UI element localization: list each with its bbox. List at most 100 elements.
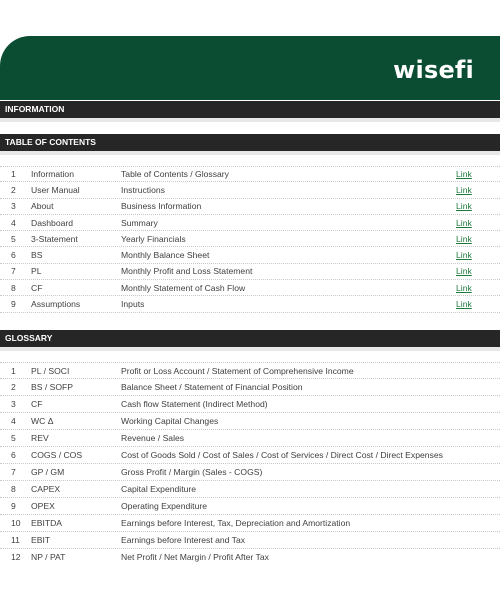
toc-row-number: 9 bbox=[11, 299, 16, 310]
toc-row-sheet: Dashboard bbox=[31, 217, 74, 228]
toc-row-sheet: PL bbox=[31, 266, 42, 277]
glossary-row-definition: Earnings before Interest, Tax, Depreciat… bbox=[121, 518, 351, 528]
glossary-row: 6 COGS / COS Cost of Goods Sold / Cost of … bbox=[0, 447, 500, 464]
glossary-row-number: 5 bbox=[11, 433, 16, 443]
toc-row: 1 Information Table of Contents / Glossary… bbox=[0, 166, 500, 183]
page-fade bbox=[0, 565, 500, 600]
glossary-row: 11 EBIT Earnings before Interest and Tax bbox=[0, 532, 500, 549]
glossary-row-abbreviation: REV bbox=[31, 433, 49, 443]
toc-row-number: 8 bbox=[11, 282, 16, 293]
glossary-row-number: 12 bbox=[11, 552, 21, 562]
toc-row: 6 BS Monthly Balance Sheet Link bbox=[0, 247, 500, 264]
glossary-row: 5 REV Revenue / Sales bbox=[0, 430, 500, 447]
glossary-row: 2 BS / SOFP Balance Sheet / Statement of F… bbox=[0, 379, 500, 396]
wisefi-logo: wisefi bbox=[393, 56, 474, 84]
toc-link-information[interactable]: Link bbox=[456, 169, 500, 179]
glossary-row-definition: Working Capital Changes bbox=[121, 416, 219, 426]
toc-row-description: Business Information bbox=[121, 201, 202, 212]
glossary-row-abbreviation: WC Δ bbox=[31, 416, 54, 426]
glossary-row-number: 4 bbox=[11, 416, 16, 426]
toc-row-sheet: About bbox=[31, 201, 54, 212]
toc-row: 3 About Business Information Link bbox=[0, 199, 500, 215]
toc-row: 5 3-Statement Yearly Financials Link bbox=[0, 231, 500, 248]
toc-row-number: 4 bbox=[11, 217, 16, 228]
glossary-row-number: 3 bbox=[11, 399, 16, 409]
toc-link-bs[interactable]: Link bbox=[456, 250, 500, 260]
toc-row: 4 Dashboard Summary Link bbox=[0, 215, 500, 232]
toc-link-about[interactable]: Link bbox=[456, 201, 500, 211]
glossary-row-abbreviation: CAPEX bbox=[31, 484, 61, 494]
toc-link-assumptions[interactable]: Link bbox=[456, 299, 500, 309]
glossary-row-abbreviation: PL / SOCI bbox=[31, 365, 70, 376]
glossary-row: 9 OPEX Operating Expenditure bbox=[0, 498, 500, 515]
glossary-row-abbreviation: CF bbox=[31, 399, 43, 409]
toc-link-dashboard[interactable]: Link bbox=[456, 218, 500, 228]
toc-row-description: Yearly Financials bbox=[121, 233, 186, 244]
glossary-row: 10 EBITDA Earnings before Interest, Tax, D… bbox=[0, 515, 500, 532]
toc-link-cf[interactable]: Link bbox=[456, 283, 500, 293]
section-header-information: INFORMATION bbox=[0, 101, 500, 118]
toc-row-description: Monthly Statement of Cash Flow bbox=[121, 282, 246, 293]
toc-row: 8 CF Monthly Statement of Cash Flow Link bbox=[0, 280, 500, 297]
divider bbox=[0, 151, 500, 155]
glossary-row-definition: Cost of Goods Sold / Cost of Sales / Cos… bbox=[121, 450, 443, 460]
glossary-row-definition: Gross Profit / Margin (Sales - COGS) bbox=[121, 467, 263, 477]
header-banner: wisefi bbox=[0, 36, 500, 100]
toc-row-sheet: User Manual bbox=[31, 184, 80, 195]
section-header-glossary: GLOSSARY bbox=[0, 330, 500, 347]
glossary-row-number: 10 bbox=[11, 518, 21, 528]
toc-row-description: Monthly Profit and Loss Statement bbox=[121, 266, 253, 277]
glossary-row-definition: Net Profit / Net Margin / Profit After T… bbox=[121, 552, 269, 562]
divider bbox=[0, 118, 500, 122]
toc-row-description: Inputs bbox=[121, 299, 145, 310]
glossary-row: 3 CF Cash flow Statement (Indirect Method) bbox=[0, 396, 500, 413]
glossary-row: 12 NP / PAT Net Profit / Net Margin / Prof… bbox=[0, 549, 500, 566]
toc-row-sheet: Assumptions bbox=[31, 299, 81, 310]
glossary-row: 1 PL / SOCI Profit or Loss Account / State… bbox=[0, 362, 500, 379]
toc-row-number: 5 bbox=[11, 233, 16, 244]
glossary-row-abbreviation: GP / GM bbox=[31, 467, 65, 477]
glossary-row: 7 GP / GM Gross Profit / Margin (Sales - C… bbox=[0, 464, 500, 481]
glossary-row: 8 CAPEX Capital Expenditure bbox=[0, 481, 500, 498]
toc-row-sheet: CF bbox=[31, 282, 43, 293]
glossary-row-number: 6 bbox=[11, 450, 16, 460]
glossary-list: 1 PL / SOCI Profit or Loss Account / State… bbox=[0, 362, 500, 566]
glossary-row-abbreviation: BS / SOFP bbox=[31, 382, 74, 392]
toc-row-description: Instructions bbox=[121, 184, 165, 195]
toc-row-description: Table of Contents / Glossary bbox=[121, 169, 229, 180]
glossary-row-number: 9 bbox=[11, 501, 16, 511]
glossary-row-definition: Operating Expenditure bbox=[121, 501, 207, 511]
glossary-row: 4 WC Δ Working Capital Changes bbox=[0, 413, 500, 430]
toc-row: 7 PL Monthly Profit and Loss Statement Link bbox=[0, 264, 500, 281]
glossary-row-definition: Revenue / Sales bbox=[121, 433, 185, 443]
glossary-row-abbreviation: EBITDA bbox=[31, 518, 63, 528]
glossary-row-definition: Earnings before Interest and Tax bbox=[121, 535, 246, 545]
section-header-table-of-contents: TABLE OF CONTENTS bbox=[0, 134, 500, 151]
toc-row-number: 3 bbox=[11, 201, 16, 212]
toc-row-number: 1 bbox=[11, 169, 16, 180]
toc-row-description: Monthly Balance Sheet bbox=[121, 250, 210, 261]
toc-link-user-manual[interactable]: Link bbox=[456, 185, 500, 195]
glossary-row-number: 8 bbox=[11, 484, 16, 494]
glossary-row-definition: Cash flow Statement (Indirect Method) bbox=[121, 399, 268, 409]
glossary-row-abbreviation: OPEX bbox=[31, 501, 55, 511]
table-of-contents-list: 1 Information Table of Contents / Glossary… bbox=[0, 166, 500, 313]
toc-row: 9 Assumptions Inputs Link bbox=[0, 296, 500, 313]
divider bbox=[0, 347, 500, 351]
glossary-row-abbreviation: EBIT bbox=[31, 535, 51, 545]
glossary-row-number: 11 bbox=[11, 535, 20, 545]
glossary-row-abbreviation: COGS / COS bbox=[31, 450, 83, 460]
glossary-row-abbreviation: NP / PAT bbox=[31, 552, 66, 562]
toc-link-pl[interactable]: Link bbox=[456, 266, 500, 276]
toc-link-3-statement[interactable]: Link bbox=[456, 234, 500, 244]
glossary-row-number: 7 bbox=[11, 467, 16, 477]
toc-row-sheet: BS bbox=[31, 250, 43, 261]
toc-row-number: 6 bbox=[11, 250, 16, 261]
glossary-row-definition: Balance Sheet / Statement of Financial P… bbox=[121, 382, 303, 392]
toc-row-sheet: Information bbox=[31, 169, 74, 180]
toc-row-number: 7 bbox=[11, 266, 16, 277]
toc-row: 2 User Manual Instructions Link bbox=[0, 182, 500, 199]
glossary-row-number: 1 bbox=[11, 365, 16, 376]
toc-row-number: 2 bbox=[11, 184, 16, 195]
toc-row-description: Summary bbox=[121, 217, 158, 228]
